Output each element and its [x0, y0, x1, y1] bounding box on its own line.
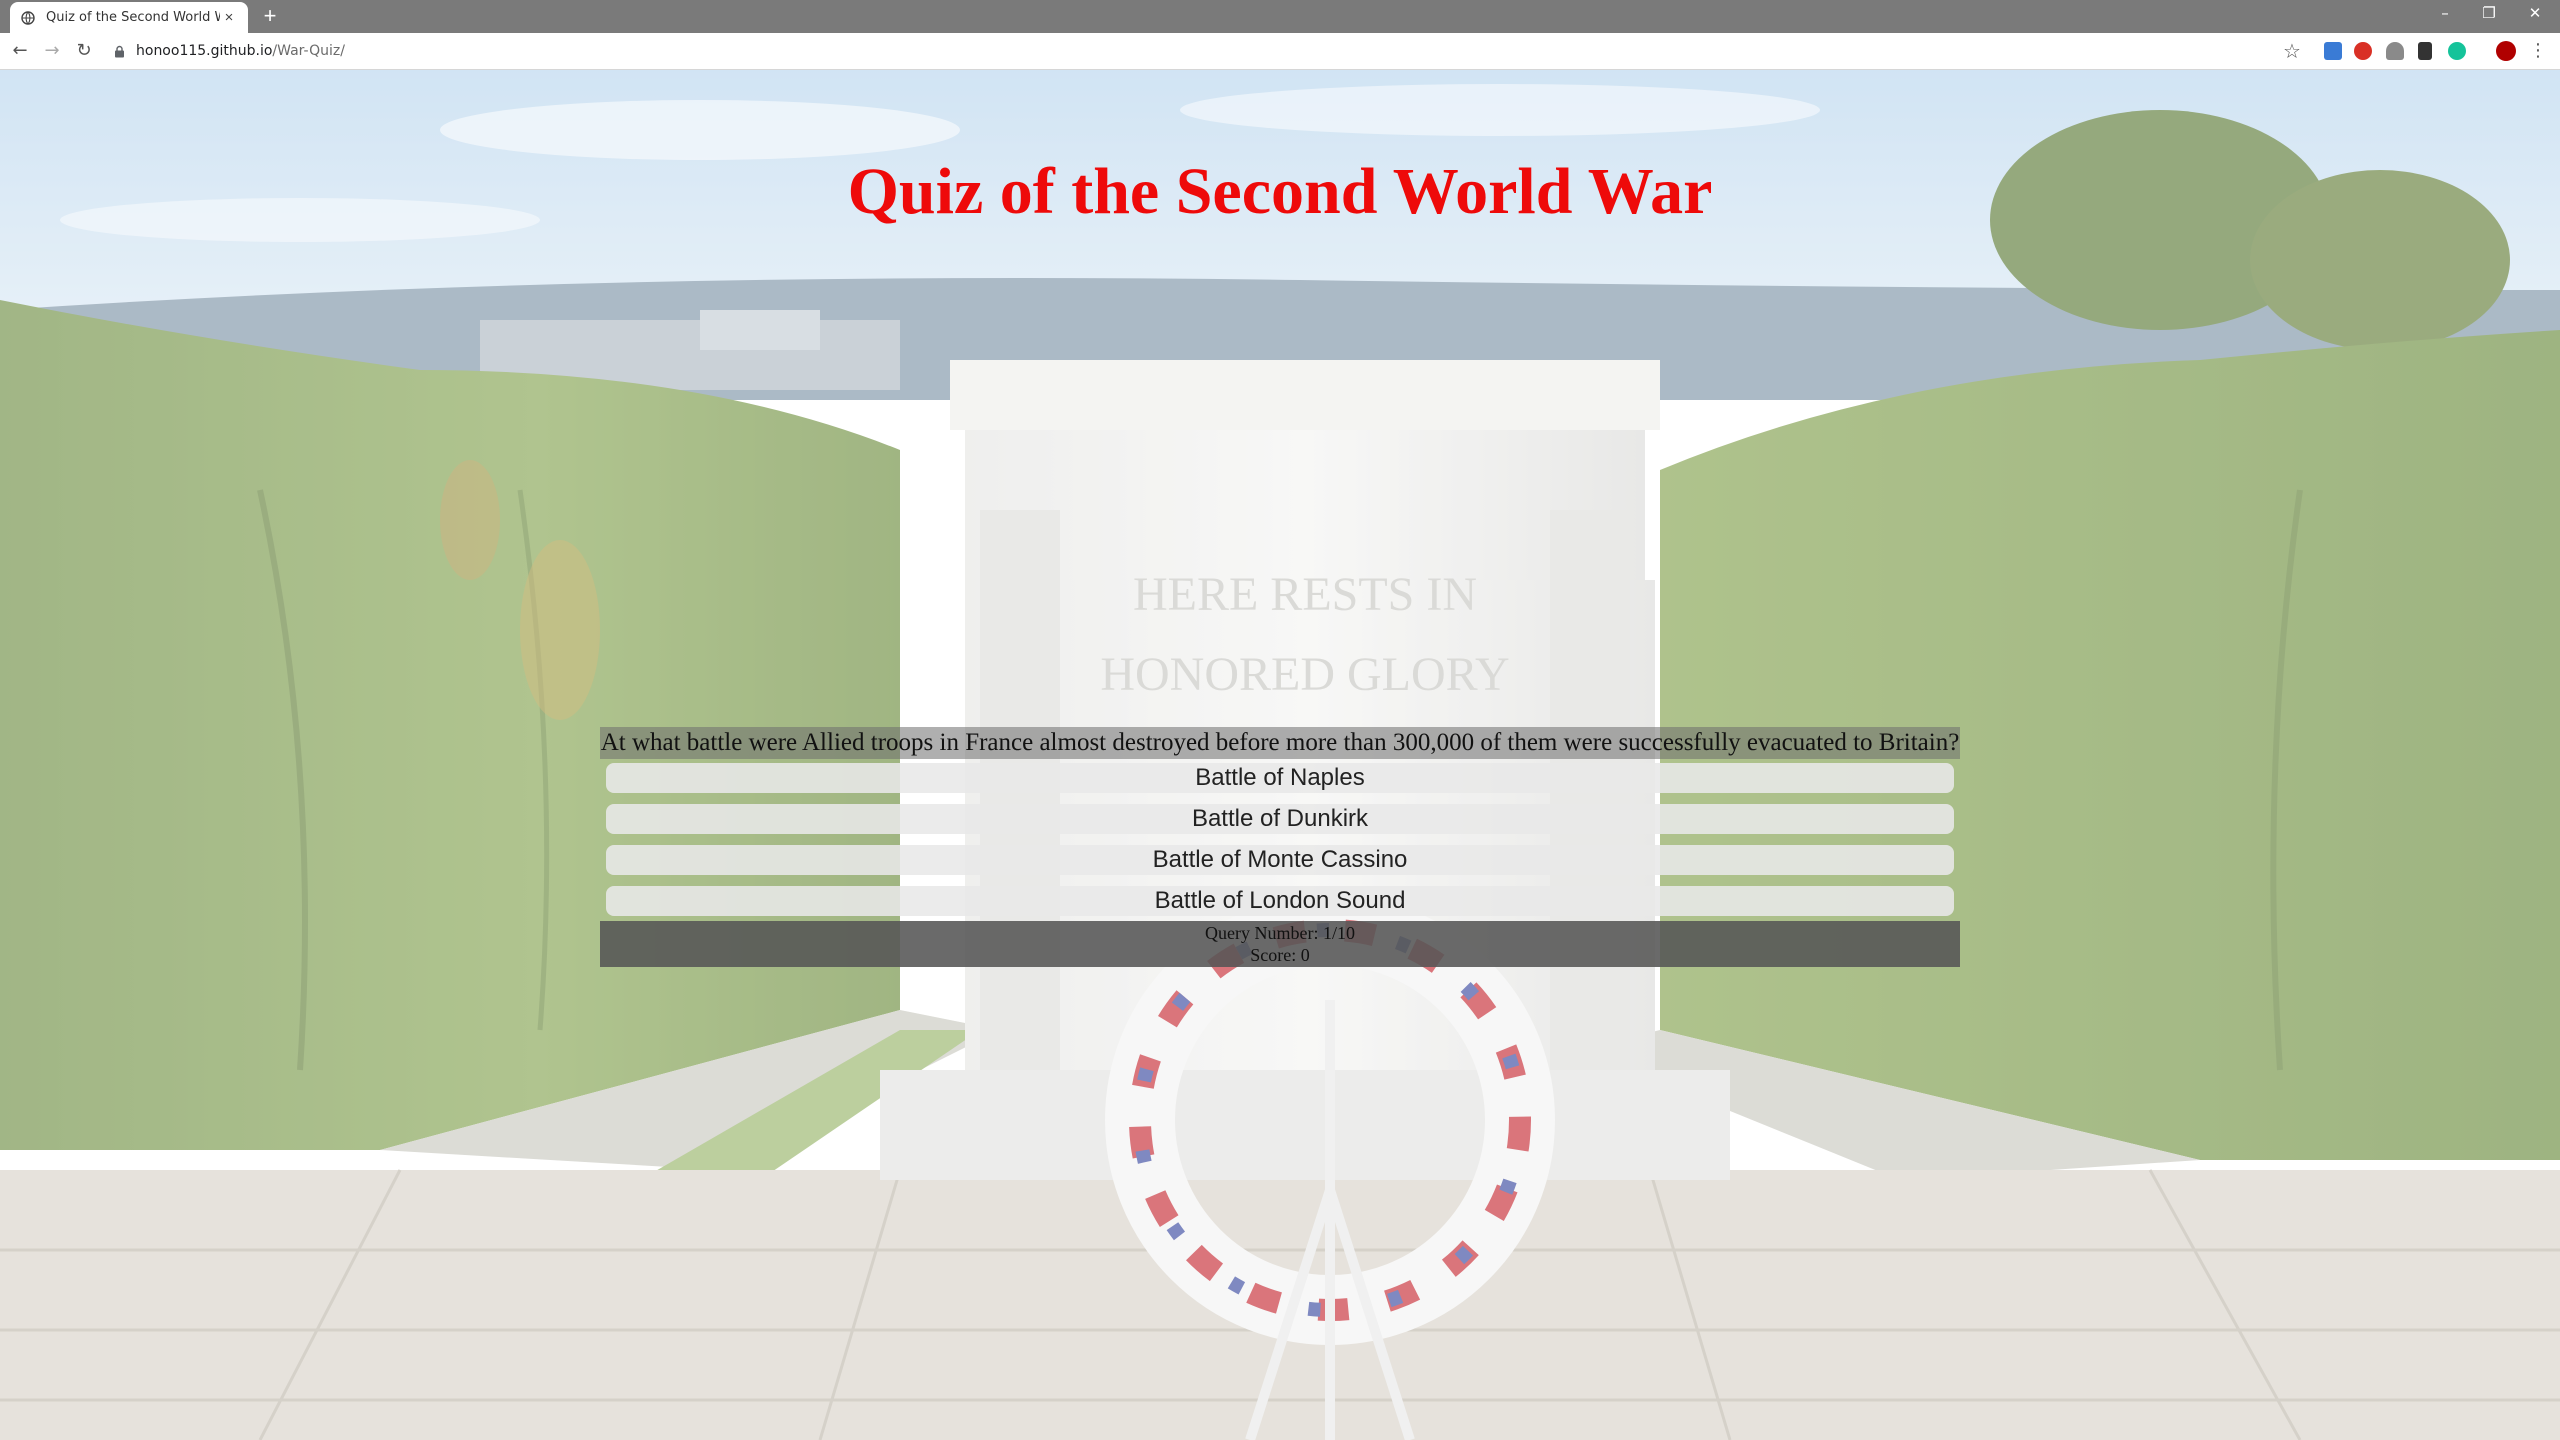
score-label: Score: 0: [1250, 945, 1310, 965]
extension-icon[interactable]: [2324, 42, 2342, 60]
new-tab-button[interactable]: +: [258, 4, 282, 28]
browser-tab-bar: Quiz of the Second World War × + – ❐ ✕: [0, 0, 2560, 33]
page-viewport: HERE RESTS IN HONORED GLORY Quiz of the …: [0, 70, 2560, 1440]
tab-title: Quiz of the Second World War: [46, 10, 220, 25]
globe-icon: [20, 10, 36, 26]
lock-icon: [112, 44, 126, 58]
adblock-icon[interactable]: [2354, 42, 2372, 60]
quiz-status-bar: Query Number: 1/10 Score: 0: [600, 921, 1960, 967]
tab-close-icon[interactable]: ×: [220, 9, 238, 26]
url-path: /War-Quiz/: [272, 43, 345, 59]
menu-icon[interactable]: ⋮: [2526, 39, 2550, 63]
minimize-button[interactable]: –: [2430, 4, 2460, 22]
bookmark-star-icon[interactable]: ☆: [2280, 39, 2304, 63]
answer-button-4[interactable]: Battle of London Sound: [606, 886, 1954, 916]
quiz-panel: At what battle were Allied troops in Fra…: [600, 727, 1960, 967]
query-number-label: Query Number: 1/10: [1205, 923, 1355, 943]
profile-avatar[interactable]: [2496, 41, 2516, 61]
close-window-button[interactable]: ✕: [2520, 4, 2550, 22]
answer-button-1[interactable]: Battle of Naples: [606, 763, 1954, 793]
reload-icon[interactable]: ↻: [72, 39, 96, 63]
answer-button-3[interactable]: Battle of Monte Cassino: [606, 845, 1954, 875]
restore-button[interactable]: ❐: [2474, 4, 2504, 22]
forward-icon[interactable]: →: [40, 39, 64, 63]
back-icon[interactable]: ←: [8, 39, 32, 63]
grammarly-icon[interactable]: [2448, 42, 2466, 60]
extension-icon[interactable]: [2386, 42, 2404, 60]
answer-button-2[interactable]: Battle of Dunkirk: [606, 804, 1954, 834]
browser-tab[interactable]: Quiz of the Second World War ×: [10, 2, 248, 33]
typography-icon[interactable]: [2418, 42, 2432, 60]
question-text: At what battle were Allied troops in Fra…: [600, 727, 1960, 759]
address-bar[interactable]: honoo115.github.io/War-Quiz/: [112, 38, 2282, 64]
url-host: honoo115.github.io: [136, 43, 273, 59]
browser-toolbar: ← → ↻ honoo115.github.io/War-Quiz/ ☆ ⋮: [0, 33, 2560, 70]
page-title: Quiz of the Second World War: [847, 155, 1713, 228]
